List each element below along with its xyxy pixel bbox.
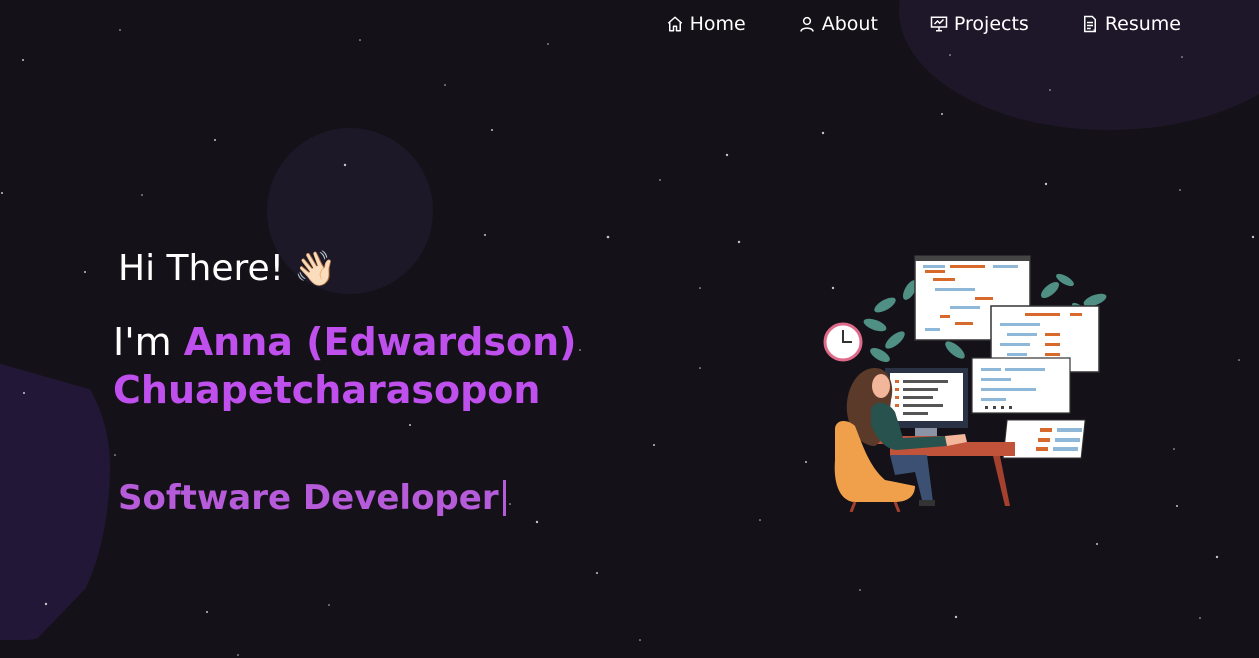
document-icon: [1083, 15, 1096, 33]
nav-resume[interactable]: Resume: [1081, 13, 1181, 35]
role-text: Software Developer: [118, 478, 499, 518]
greeting-text: Hi There!: [118, 248, 285, 289]
role-typewriter: Software Developer: [118, 478, 506, 518]
nav-projects[interactable]: Projects: [930, 13, 1029, 35]
typing-cursor: [502, 480, 506, 516]
name-line-1: Anna (Edwardson): [183, 320, 577, 364]
top-nav: Home About Projects Resume: [666, 13, 1181, 35]
nav-about[interactable]: About: [798, 13, 878, 35]
developer-at-computer-illustration: [823, 255, 1107, 512]
waving-hand-icon: 👋🏻: [294, 248, 337, 289]
name-line-2: Chuapetcharasopon: [113, 368, 541, 412]
nav-about-label: About: [821, 13, 878, 35]
user-icon: [799, 16, 814, 32]
nav-resume-label: Resume: [1104, 13, 1181, 35]
greeting: Hi There! 👋🏻: [118, 248, 336, 289]
home-icon: [667, 16, 682, 32]
presentation-icon: [930, 16, 948, 32]
hero-name: I'm Anna (Edwardson) Chuapetcharasopon: [113, 318, 577, 414]
intro-prefix: I'm: [113, 320, 184, 364]
nav-projects-label: Projects: [953, 13, 1029, 35]
nav-home[interactable]: Home: [666, 13, 746, 35]
page: Home About Projects Resume Hi There! 👋🏻 …: [0, 0, 1259, 658]
nav-home-label: Home: [689, 13, 746, 35]
